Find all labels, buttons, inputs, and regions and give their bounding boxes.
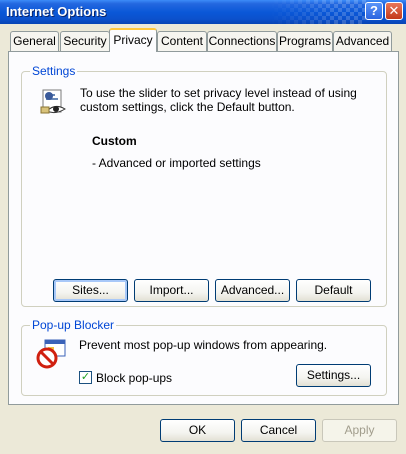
window-title: Internet Options	[6, 4, 107, 19]
help-button[interactable]: ?	[365, 2, 383, 20]
cancel-button[interactable]: Cancel	[241, 419, 316, 442]
import-button[interactable]: Import...	[134, 279, 209, 302]
default-button[interactable]: Default	[296, 279, 371, 302]
title-bar[interactable]: Internet Options ? ✕	[0, 0, 406, 24]
internet-options-dialog: Internet Options ? ✕ General Security Pr…	[0, 0, 406, 454]
tab-privacy[interactable]: Privacy	[109, 28, 157, 52]
tab-strip: General Security Privacy Content Connect…	[0, 24, 406, 52]
close-button[interactable]: ✕	[385, 2, 403, 20]
popup-settings-button[interactable]: Settings...	[296, 364, 371, 387]
tab-connections[interactable]: Connections	[207, 31, 277, 51]
tab-advanced[interactable]: Advanced	[333, 31, 392, 51]
block-popups-label[interactable]: Block pop-ups	[96, 371, 172, 385]
privacy-level-detail: - Advanced or imported settings	[92, 156, 261, 170]
block-popups-checkbox[interactable]: ✓	[79, 371, 92, 384]
apply-button[interactable]: Apply	[322, 419, 397, 442]
title-bar-pattern	[270, 0, 366, 24]
tab-general[interactable]: General	[10, 31, 59, 51]
settings-group: Settings To use the slider to set privac…	[21, 64, 387, 307]
ok-button[interactable]: OK	[160, 419, 235, 442]
advanced-button[interactable]: Advanced...	[215, 279, 290, 302]
popup-blocker-description: Prevent most pop-up windows from appeari…	[79, 338, 328, 352]
privacy-level-title: Custom	[92, 134, 137, 148]
settings-description: To use the slider to set privacy level i…	[80, 86, 357, 114]
tab-programs[interactable]: Programs	[277, 31, 333, 51]
privacy-eye-icon	[37, 87, 69, 119]
popup-blocker-group-label: Pop-up Blocker	[30, 318, 117, 332]
tab-security[interactable]: Security	[60, 31, 110, 51]
privacy-tab-panel: Settings To use the slider to set privac…	[8, 51, 399, 405]
settings-group-label: Settings	[30, 64, 78, 78]
sites-button[interactable]: Sites...	[53, 279, 128, 302]
tab-content[interactable]: Content	[157, 31, 207, 51]
popup-blocker-group: Pop-up Blocker Prevent most pop-up windo…	[21, 318, 387, 396]
popup-blocker-icon	[35, 338, 67, 370]
